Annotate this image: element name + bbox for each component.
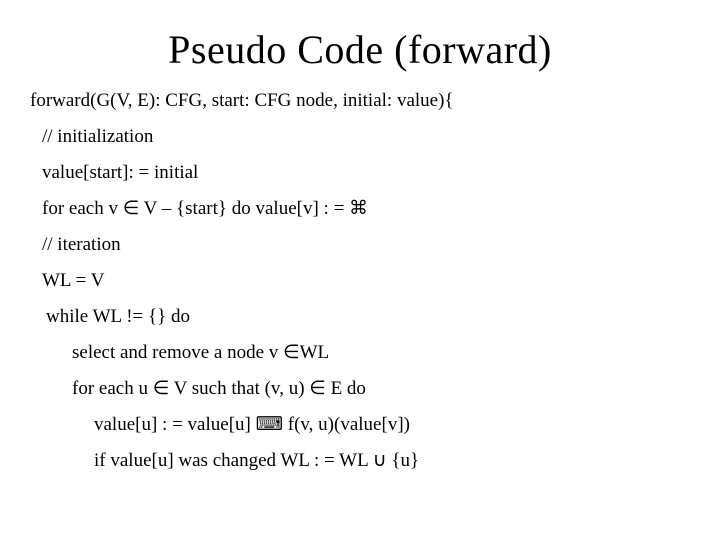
slide-title: Pseudo Code (forward) xyxy=(30,26,690,73)
code-line-update: value[u] : = value[u] ⌨ f(v, u)(value[v]… xyxy=(30,415,690,434)
code-line-init-start: value[start]: = initial xyxy=(30,163,690,182)
code-line-foreach-succ: for each u ∈ V such that (v, u) ∈ E do xyxy=(30,379,690,398)
code-line-init-comment: // initialization xyxy=(30,127,690,146)
code-line-while: while WL != {} do xyxy=(30,307,690,326)
code-line-signature: forward(G(V, E): CFG, start: CFG node, i… xyxy=(30,91,690,110)
code-line-select: select and remove a node v ∈WL xyxy=(30,343,690,362)
pseudocode-block: forward(G(V, E): CFG, start: CFG node, i… xyxy=(30,91,690,470)
code-line-init-loop: for each v ∈ V – {start} do value[v] : =… xyxy=(30,199,690,218)
code-line-wl-init: WL = V xyxy=(30,271,690,290)
slide: Pseudo Code (forward) forward(G(V, E): C… xyxy=(0,0,720,540)
code-line-enqueue: if value[u] was changed WL : = WL ∪ {u} xyxy=(30,451,690,470)
code-line-iter-comment: // iteration xyxy=(30,235,690,254)
